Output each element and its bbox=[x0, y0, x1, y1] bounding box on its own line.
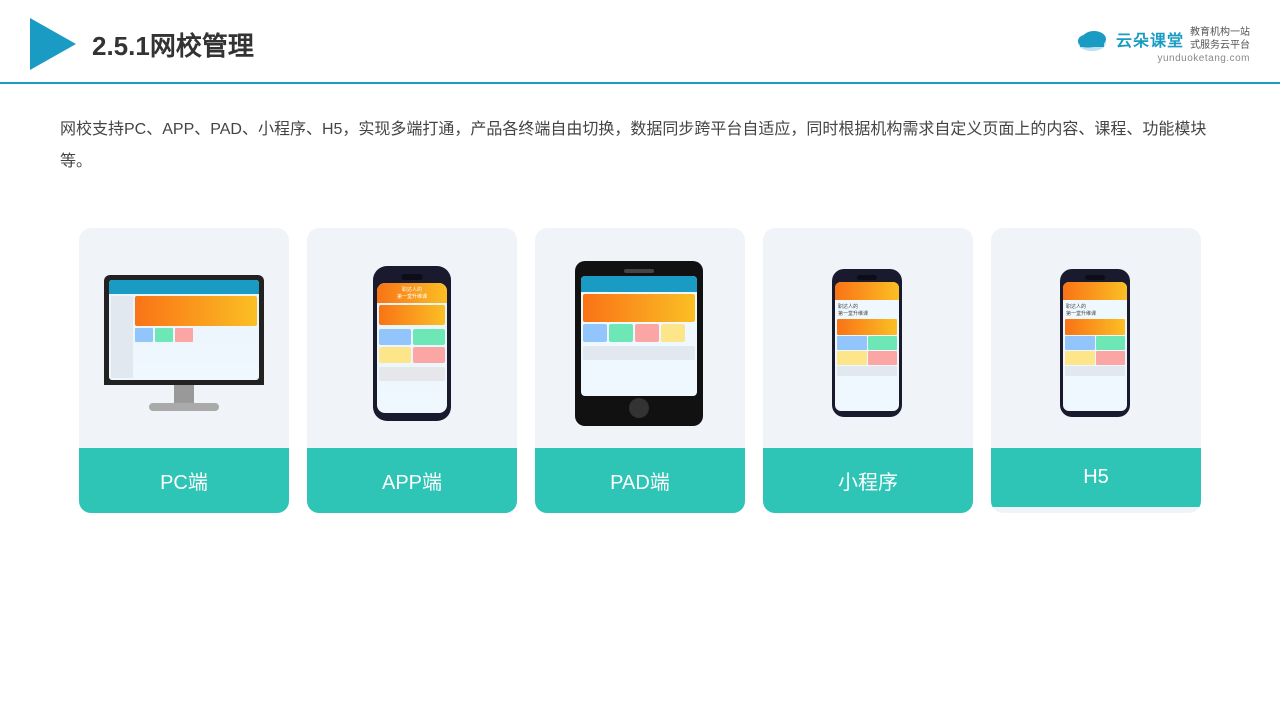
card-app: 职达人的第一堂升维课 bbox=[307, 228, 517, 513]
card-image-app: 职达人的第一堂升维课 bbox=[307, 228, 517, 448]
card-label-app: APP端 bbox=[307, 448, 517, 513]
header-left: 2.5.1网校管理 bbox=[30, 18, 254, 70]
logo-triangle-icon bbox=[30, 18, 76, 70]
brand-logo: 云朵课堂 教育机构一站式服务云平台 yunduoketang.com bbox=[1074, 25, 1250, 64]
card-label-pc: PC端 bbox=[79, 448, 289, 513]
tablet-pad-icon bbox=[575, 261, 705, 426]
phone-miniapp-icon: 职达人的第一堂升维课 bbox=[832, 269, 904, 417]
cloud-icon bbox=[1074, 25, 1110, 53]
card-pc: PC端 bbox=[79, 228, 289, 513]
page-title: 2.5.1网校管理 bbox=[92, 26, 254, 63]
description-text: 网校支持PC、APP、PAD、小程序、H5，实现多端打通，产品各终端自由切换，数… bbox=[0, 84, 1280, 198]
brand-tagline: 教育机构一站式服务云平台 bbox=[1190, 26, 1250, 52]
card-miniapp: 职达人的第一堂升维课 bbox=[763, 228, 973, 513]
card-image-h5: 职达人的第一堂升维课 bbox=[991, 228, 1201, 448]
card-h5: 职达人的第一堂升维课 bbox=[991, 228, 1201, 513]
card-label-miniapp: 小程序 bbox=[763, 448, 973, 513]
phone-app-icon: 职达人的第一堂升维课 bbox=[372, 266, 452, 421]
brand-url: yunduoketang.com bbox=[1157, 53, 1250, 64]
header-right: 云朵课堂 教育机构一站式服务云平台 yunduoketang.com bbox=[1074, 25, 1250, 64]
brand-name: 云朵课堂 bbox=[1116, 27, 1184, 51]
card-image-miniapp: 职达人的第一堂升维课 bbox=[763, 228, 973, 448]
card-label-h5: H5 bbox=[991, 448, 1201, 507]
card-image-pc bbox=[79, 228, 289, 448]
pc-monitor-icon bbox=[99, 275, 269, 411]
page-header: 2.5.1网校管理 云朵课堂 教育机构一站式服务云平台 yunduoketang… bbox=[0, 0, 1280, 84]
card-image-pad bbox=[535, 228, 745, 448]
phone-h5-icon: 职达人的第一堂升维课 bbox=[1060, 269, 1132, 417]
cards-container: PC端 职达人的第一堂升维课 bbox=[0, 208, 1280, 533]
brand-logo-top: 云朵课堂 教育机构一站式服务云平台 bbox=[1074, 25, 1250, 53]
card-label-pad: PAD端 bbox=[535, 448, 745, 513]
card-pad: PAD端 bbox=[535, 228, 745, 513]
